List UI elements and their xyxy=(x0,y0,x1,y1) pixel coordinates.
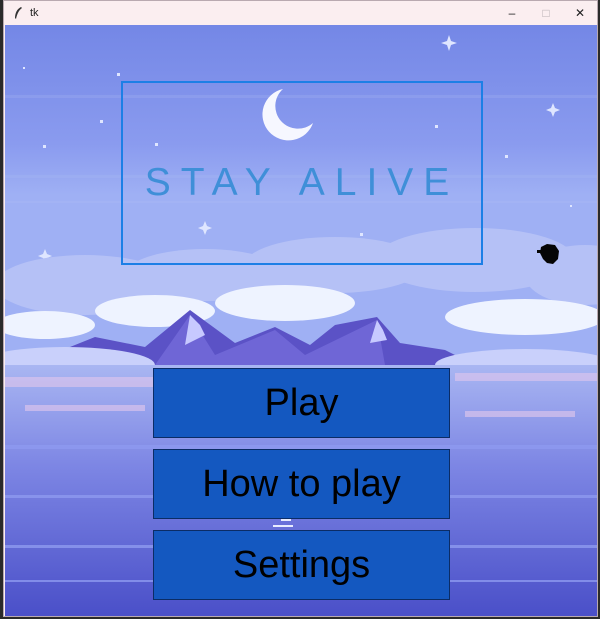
close-button[interactable]: ✕ xyxy=(563,1,597,25)
feather-icon xyxy=(12,6,24,20)
crescent-moon-icon xyxy=(262,89,313,141)
window-title: tk xyxy=(30,7,39,19)
maximize-button[interactable]: □ xyxy=(529,1,563,25)
player-silhouette xyxy=(537,244,559,264)
app-window: tk – □ ✕ STAY ALIVE Play How to play Set… xyxy=(3,0,598,617)
game-title: STAY ALIVE xyxy=(144,161,460,204)
minimize-button[interactable]: – xyxy=(495,1,529,25)
settings-button[interactable]: Settings xyxy=(153,530,450,600)
title-bar[interactable]: tk – □ ✕ xyxy=(4,1,597,25)
window-controls: – □ ✕ xyxy=(495,1,597,25)
game-canvas[interactable]: STAY ALIVE Play How to play Settings xyxy=(5,25,597,616)
how-to-play-button[interactable]: How to play xyxy=(153,449,450,519)
play-button[interactable]: Play xyxy=(153,368,450,438)
title-frame: STAY ALIVE xyxy=(121,81,483,265)
